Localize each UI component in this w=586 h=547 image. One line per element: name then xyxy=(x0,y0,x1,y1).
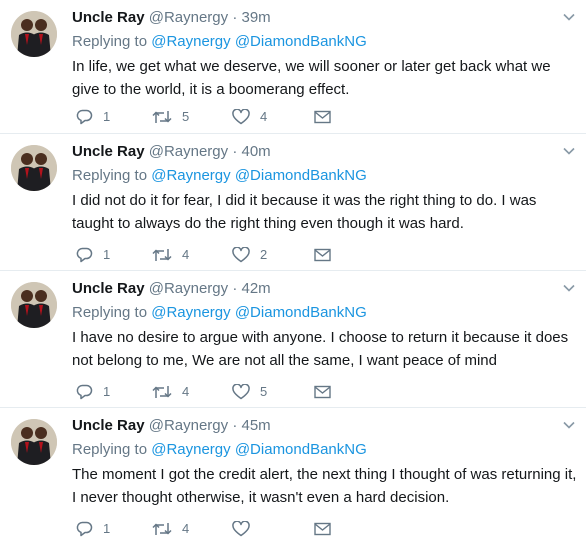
like-button[interactable] xyxy=(232,518,260,540)
retweet-count: 4 xyxy=(182,384,190,399)
chevron-down-icon[interactable] xyxy=(562,418,576,432)
like-count: 5 xyxy=(260,384,268,399)
chevron-down-icon[interactable] xyxy=(562,281,576,295)
like-button[interactable]: 4 xyxy=(232,106,267,128)
display-name[interactable]: Uncle Ray xyxy=(72,9,145,26)
user-handle[interactable]: @Raynergy xyxy=(149,280,228,297)
reply-button[interactable]: 1 xyxy=(76,518,110,540)
tweet-text: I have no desire to argue with anyone. I… xyxy=(72,329,569,369)
envelope-icon xyxy=(314,385,331,399)
retweet-button[interactable]: 4 xyxy=(152,518,189,540)
user-handle[interactable]: @Raynergy xyxy=(149,417,228,434)
user-handle[interactable]: @Raynergy xyxy=(149,9,228,26)
reply-icon xyxy=(76,109,93,125)
heart-icon xyxy=(232,384,250,400)
retweet-icon xyxy=(152,521,172,537)
retweet-icon xyxy=(152,109,172,125)
like-button[interactable]: 2 xyxy=(232,244,267,266)
chevron-down-icon[interactable] xyxy=(562,144,576,158)
reply-icon xyxy=(76,247,93,263)
like-count: 4 xyxy=(260,109,268,124)
replying-to: Replying to @Raynergy @DiamondBankNG xyxy=(72,303,367,323)
heart-icon xyxy=(232,109,250,125)
tweet[interactable]: Uncle Ray @Raynergy · 40m Replying to @R… xyxy=(0,134,586,271)
separator-dot: · xyxy=(232,143,238,160)
retweet-count: 4 xyxy=(182,247,190,262)
message-button[interactable] xyxy=(314,381,331,403)
mention-link[interactable]: @DiamondBankNG xyxy=(235,304,367,321)
reply-count: 1 xyxy=(103,109,111,124)
message-button[interactable] xyxy=(314,518,331,540)
tweet-header: Uncle Ray @Raynergy · 39m xyxy=(72,8,271,28)
replying-label: Replying to xyxy=(72,33,148,50)
message-button[interactable] xyxy=(314,106,331,128)
reply-icon xyxy=(76,384,93,400)
tweet[interactable]: Uncle Ray @Raynergy · 45m Replying to @R… xyxy=(0,408,586,547)
replying-label: Replying to xyxy=(72,441,148,458)
reply-count: 1 xyxy=(103,384,111,399)
retweet-icon xyxy=(152,384,172,400)
mention-link[interactable]: @Raynergy xyxy=(151,167,230,184)
envelope-icon xyxy=(314,522,331,536)
message-button[interactable] xyxy=(314,244,331,266)
replying-label: Replying to xyxy=(72,304,148,321)
replying-to: Replying to @Raynergy @DiamondBankNG xyxy=(72,440,367,460)
mention-link[interactable]: @Raynergy xyxy=(151,441,230,458)
separator-dot: · xyxy=(232,9,238,26)
replying-to: Replying to @Raynergy @DiamondBankNG xyxy=(72,166,367,186)
like-count: 2 xyxy=(260,247,268,262)
retweet-icon xyxy=(152,247,172,263)
reply-icon xyxy=(76,521,93,537)
separator-dot: · xyxy=(232,417,238,434)
display-name[interactable]: Uncle Ray xyxy=(72,417,145,434)
retweet-button[interactable]: 4 xyxy=(152,381,189,403)
mention-link[interactable]: @DiamondBankNG xyxy=(235,441,367,458)
tweet-text: The moment I got the credit alert, the n… xyxy=(72,466,577,506)
reply-button[interactable]: 1 xyxy=(76,106,110,128)
mention-link[interactable]: @Raynergy xyxy=(151,304,230,321)
timestamp[interactable]: 39m xyxy=(242,9,271,26)
separator-dot: · xyxy=(232,280,238,297)
reply-count: 1 xyxy=(103,521,111,536)
user-handle[interactable]: @Raynergy xyxy=(149,143,228,160)
avatar[interactable] xyxy=(11,145,57,191)
avatar[interactable] xyxy=(11,282,57,328)
replying-label: Replying to xyxy=(72,167,148,184)
tweet-header: Uncle Ray @Raynergy · 42m xyxy=(72,279,271,299)
retweet-button[interactable]: 5 xyxy=(152,106,189,128)
display-name[interactable]: Uncle Ray xyxy=(72,280,145,297)
chevron-down-icon[interactable] xyxy=(562,10,576,24)
reply-count: 1 xyxy=(103,247,111,262)
tweet-text: In life, we get what we deserve, we will… xyxy=(72,58,551,98)
retweet-count: 4 xyxy=(182,521,190,536)
heart-icon xyxy=(232,247,250,263)
envelope-icon xyxy=(314,248,331,262)
tweet-text: I did not do it for fear, I did it becau… xyxy=(72,192,537,232)
retweet-button[interactable]: 4 xyxy=(152,244,189,266)
tweet[interactable]: Uncle Ray @Raynergy · 39m Replying to @R… xyxy=(0,0,586,134)
envelope-icon xyxy=(314,110,331,124)
mention-link[interactable]: @DiamondBankNG xyxy=(235,33,367,50)
tweet-thread: Uncle Ray @Raynergy · 39m Replying to @R… xyxy=(0,0,586,547)
display-name[interactable]: Uncle Ray xyxy=(72,143,145,160)
heart-icon xyxy=(232,521,250,537)
tweet-header: Uncle Ray @Raynergy · 40m xyxy=(72,142,271,162)
mention-link[interactable]: @DiamondBankNG xyxy=(235,167,367,184)
tweet[interactable]: Uncle Ray @Raynergy · 42m Replying to @R… xyxy=(0,271,586,408)
avatar[interactable] xyxy=(11,419,57,465)
timestamp[interactable]: 40m xyxy=(242,143,271,160)
replying-to: Replying to @Raynergy @DiamondBankNG xyxy=(72,32,367,52)
reply-button[interactable]: 1 xyxy=(76,244,110,266)
like-button[interactable]: 5 xyxy=(232,381,267,403)
reply-button[interactable]: 1 xyxy=(76,381,110,403)
tweet-header: Uncle Ray @Raynergy · 45m xyxy=(72,416,271,436)
timestamp[interactable]: 45m xyxy=(242,417,271,434)
avatar[interactable] xyxy=(11,11,57,57)
retweet-count: 5 xyxy=(182,109,190,124)
timestamp[interactable]: 42m xyxy=(242,280,271,297)
mention-link[interactable]: @Raynergy xyxy=(151,33,230,50)
